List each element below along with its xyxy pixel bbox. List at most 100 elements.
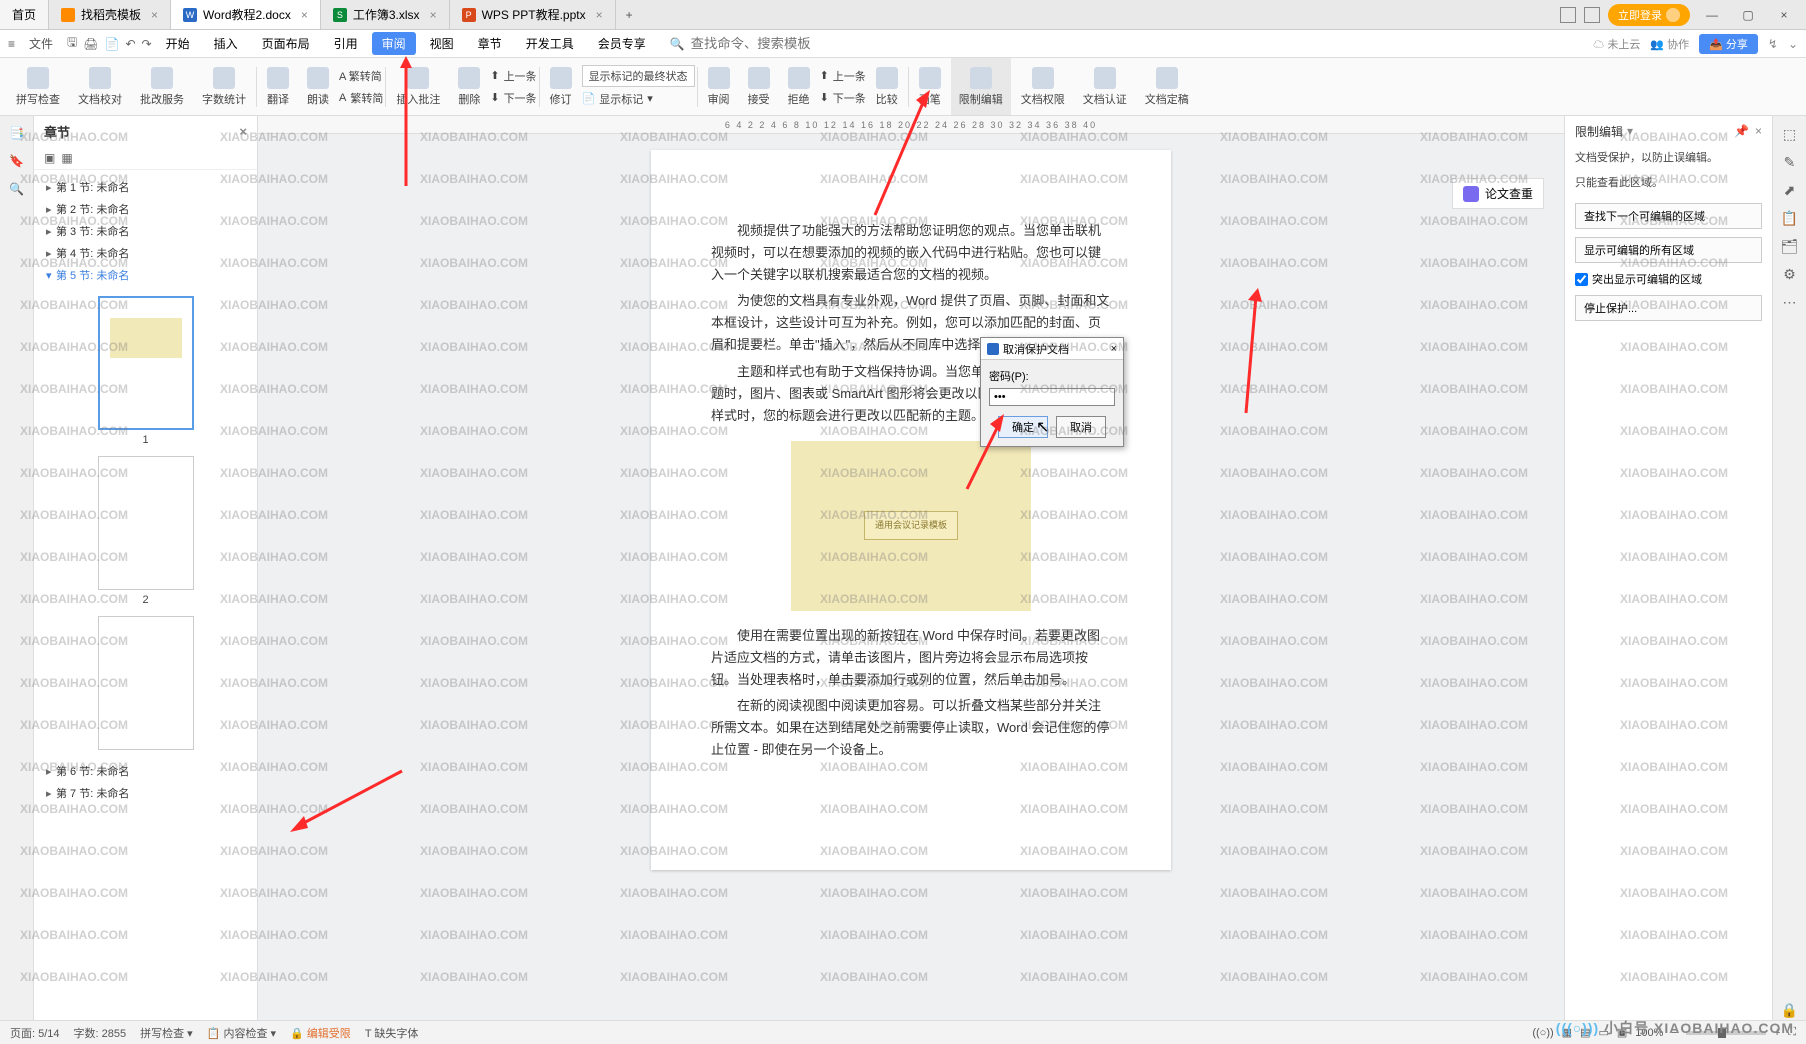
- collab-button[interactable]: 👥 协作: [1650, 36, 1689, 52]
- cancel-button[interactable]: 取消: [1056, 416, 1106, 438]
- rt-cursor-icon[interactable]: ⬈: [1781, 182, 1799, 200]
- ok-button[interactable]: 确定: [998, 416, 1048, 438]
- page-thumbnail[interactable]: [98, 456, 194, 590]
- cp-thumb-icon[interactable]: ▦: [61, 151, 72, 165]
- panel-close-icon[interactable]: ×: [1755, 124, 1762, 138]
- show-all-editable-button[interactable]: 显示可编辑的所有区域: [1575, 237, 1762, 263]
- dialog-close-icon[interactable]: ×: [1111, 343, 1117, 355]
- lt-outline-icon[interactable]: 📑: [8, 126, 26, 144]
- horizontal-ruler[interactable]: 6 4 2 2 4 6 8 10 12 14 16 18 20 22 24 26…: [258, 116, 1564, 134]
- chapter-item[interactable]: ▸第 1 节: 未命名: [42, 176, 249, 198]
- status-edit-restricted[interactable]: 🔒 编辑受限: [290, 1025, 351, 1041]
- lt-search-icon[interactable]: 🔍: [8, 182, 26, 200]
- menu-collapse-icon[interactable]: ↯: [1768, 37, 1778, 51]
- menu-view[interactable]: 视图: [420, 32, 464, 55]
- rt-layers-icon[interactable]: 🗂: [1781, 238, 1799, 256]
- close-window-button[interactable]: ×: [1770, 8, 1798, 22]
- ribbon-reject[interactable]: 拒绝: [780, 58, 818, 115]
- excel-tab[interactable]: S工作簿3.xlsx×: [321, 0, 450, 29]
- status-signal-icon[interactable]: ((○)): [1532, 1027, 1553, 1039]
- template-tab[interactable]: 找稻壳模板×: [49, 0, 171, 29]
- menu-layout[interactable]: 页面布局: [252, 32, 320, 55]
- menu-dev[interactable]: 开发工具: [516, 32, 584, 55]
- password-input[interactable]: [989, 388, 1115, 406]
- print-icon[interactable]: 🖨: [83, 37, 98, 51]
- chapter-item[interactable]: ▸第 6 节: 未命名: [42, 760, 249, 782]
- close-icon[interactable]: ×: [430, 8, 437, 22]
- new-tab-button[interactable]: +: [616, 8, 643, 22]
- menu-more-icon[interactable]: ⌄: [1788, 37, 1798, 51]
- close-icon[interactable]: ×: [301, 8, 308, 22]
- ribbon-next-comment[interactable]: ⬇ 下一条: [490, 88, 536, 108]
- ribbon-read[interactable]: 朗读: [299, 58, 337, 115]
- save-icon[interactable]: 🖫: [67, 33, 77, 54]
- home-tab[interactable]: 首页: [0, 0, 49, 29]
- chapter-item[interactable]: ▸第 7 节: 未命名: [42, 782, 249, 804]
- ribbon-translate[interactable]: 翻译: [259, 58, 297, 115]
- undo-icon[interactable]: ↶: [125, 37, 135, 51]
- status-wordcount[interactable]: 字数: 2855: [74, 1025, 127, 1041]
- chapter-item[interactable]: ▸第 2 节: 未命名: [42, 198, 249, 220]
- menu-start[interactable]: 开始: [156, 32, 200, 55]
- ribbon-show-markup[interactable]: 📄 显示标记 ▾: [582, 89, 695, 109]
- status-page[interactable]: 页面: 5/14: [10, 1025, 60, 1041]
- ribbon-trad-simp[interactable]: A 繁转简: [339, 88, 383, 108]
- cp-expand-icon[interactable]: ▣: [44, 151, 55, 165]
- word-doc-tab[interactable]: WWord教程2.docx×: [171, 0, 321, 29]
- ribbon-revision[interactable]: 修订: [542, 58, 580, 115]
- file-menu[interactable]: 文件: [19, 32, 63, 55]
- app-menu-icon[interactable]: ≡: [8, 37, 15, 51]
- find-next-editable-button[interactable]: 查找下一个可编辑的区域: [1575, 203, 1762, 229]
- ribbon-approve[interactable]: 批改服务: [132, 58, 192, 115]
- menu-review[interactable]: 审阅: [372, 32, 416, 55]
- status-missing-font[interactable]: T 缺失字体: [365, 1025, 419, 1041]
- ribbon-next-change[interactable]: ⬇ 下一条: [820, 88, 866, 108]
- ppt-tab[interactable]: PWPS PPT教程.pptx×: [450, 0, 616, 29]
- ribbon-markup-state-select[interactable]: 显示标记的最终状态: [582, 65, 695, 87]
- ribbon-prev-change[interactable]: ⬆ 上一条: [820, 66, 866, 86]
- embedded-diagram[interactable]: 通用会议记录模板: [791, 441, 1031, 611]
- cloud-status[interactable]: ☁ 未上云: [1593, 36, 1640, 52]
- close-icon[interactable]: ×: [596, 8, 603, 22]
- rt-gear-icon[interactable]: ⚙: [1781, 266, 1799, 284]
- menu-ref[interactable]: 引用: [324, 32, 368, 55]
- page-thumbnail[interactable]: [98, 296, 194, 430]
- rt-clipboard-icon[interactable]: 📋: [1781, 210, 1799, 228]
- login-button[interactable]: 立即登录: [1608, 4, 1690, 26]
- ribbon-finalize[interactable]: 文档定稿: [1137, 58, 1197, 115]
- chapter-item[interactable]: ▸第 3 节: 未命名: [42, 220, 249, 242]
- stop-protection-button[interactable]: 停止保护...: [1575, 295, 1762, 321]
- ribbon-doc-auth[interactable]: 文档认证: [1075, 58, 1135, 115]
- panel-close-icon[interactable]: ×: [239, 124, 247, 139]
- preview-icon[interactable]: 📄: [105, 37, 120, 51]
- ribbon-proof[interactable]: 文档校对: [70, 58, 130, 115]
- ribbon-spellcheck[interactable]: 拼写检查: [8, 58, 68, 115]
- plagiarism-check-button[interactable]: 论文查重: [1452, 178, 1544, 209]
- ribbon-insert-comment[interactable]: 插入批注: [388, 58, 448, 115]
- pin-icon[interactable]: 📌: [1734, 124, 1749, 138]
- ribbon-simp-trad[interactable]: A 繁转简: [339, 66, 383, 86]
- ribbon-wordcount[interactable]: 字数统计: [194, 58, 254, 115]
- chapter-item[interactable]: ▸第 4 节: 未命名: [42, 242, 249, 264]
- document-page[interactable]: 视频提供了功能强大的方法帮助您证明您的观点。当您单击联机视频时，可以在想要添加的…: [651, 150, 1171, 870]
- rt-pen-icon[interactable]: ✎: [1781, 154, 1799, 172]
- maximize-button[interactable]: ▢: [1734, 8, 1762, 22]
- ribbon-restrict-edit[interactable]: 限制编辑: [951, 58, 1011, 115]
- ribbon-prev-comment[interactable]: ⬆ 上一条: [490, 66, 536, 86]
- ribbon-accept[interactable]: 接受: [740, 58, 778, 115]
- redo-icon[interactable]: ↷: [142, 37, 152, 51]
- app-grid-icon[interactable]: [1560, 7, 1576, 23]
- page-thumbnail[interactable]: [98, 616, 194, 750]
- menu-member[interactable]: 会员专享: [588, 32, 656, 55]
- close-icon[interactable]: ×: [151, 8, 158, 22]
- highlight-editable-checkbox[interactable]: 突出显示可编辑的区域: [1575, 271, 1762, 287]
- status-spellcheck[interactable]: 拼写检查 ▾: [140, 1025, 193, 1041]
- menu-chapter[interactable]: 章节: [468, 32, 512, 55]
- app-layout-icon[interactable]: [1584, 7, 1600, 23]
- rt-select-icon[interactable]: ⬚: [1781, 126, 1799, 144]
- lt-bookmark-icon[interactable]: 🔖: [8, 154, 26, 172]
- ribbon-compare[interactable]: 比较: [868, 58, 906, 115]
- minimize-button[interactable]: —: [1698, 8, 1726, 22]
- ribbon-review-pane[interactable]: 审阅: [700, 58, 738, 115]
- search-input[interactable]: [691, 36, 811, 51]
